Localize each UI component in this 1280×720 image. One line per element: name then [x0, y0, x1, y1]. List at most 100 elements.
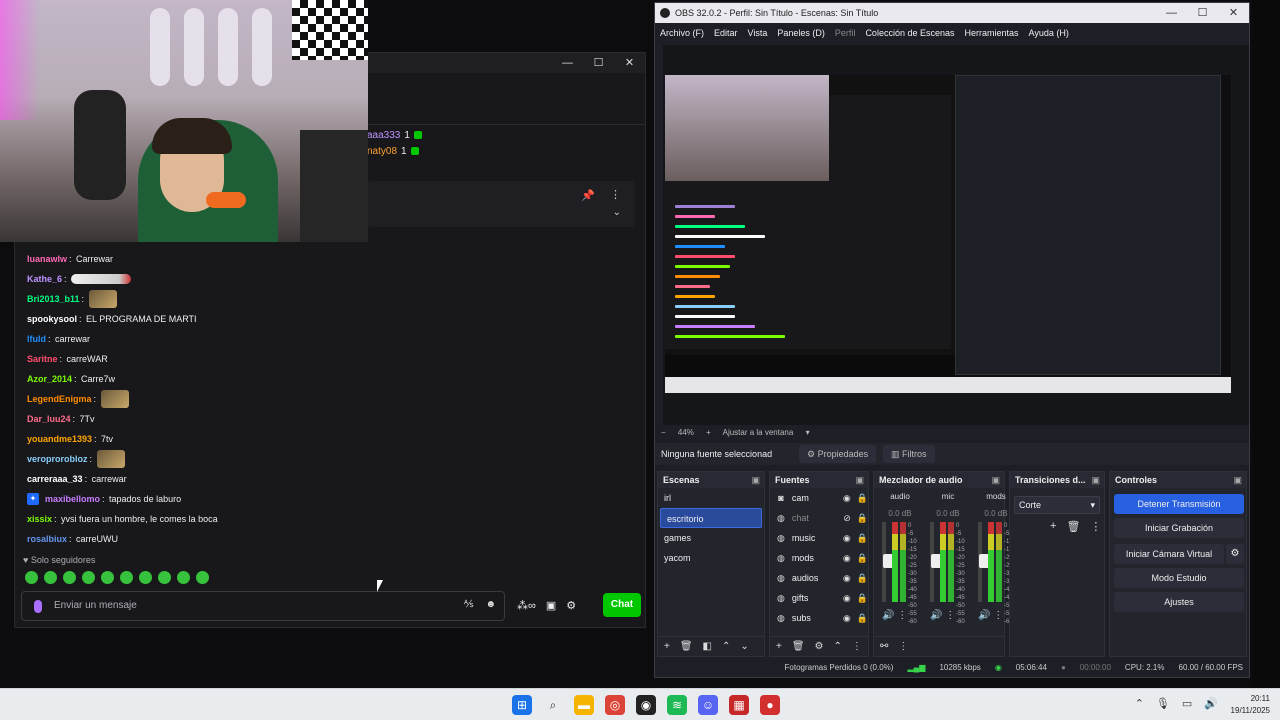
lock-icon[interactable]: 🔒: [857, 588, 868, 608]
undock-icon[interactable]: ▣: [1091, 472, 1100, 488]
source-item[interactable]: ◍ mods ◉ 🔒: [770, 548, 868, 568]
chat-username[interactable]: youandme1393: [27, 429, 92, 449]
emote-icon[interactable]: [158, 571, 171, 584]
volume-fader[interactable]: [930, 522, 941, 602]
search-icon[interactable]: ⌕: [543, 695, 563, 715]
up-icon[interactable]: ⌃: [834, 641, 842, 652]
scene-item[interactable]: yacom: [658, 548, 764, 568]
volume-icon[interactable]: 🔊: [978, 610, 990, 621]
more-icon[interactable]: ⋮: [993, 610, 1003, 621]
gear-icon[interactable]: ⚙: [566, 599, 576, 612]
chat-message-input[interactable]: Enviar un mensaje ⅍ ☻: [21, 591, 505, 621]
eye-icon[interactable]: ◉: [843, 548, 851, 568]
chat-username[interactable]: carreraaa_33: [27, 469, 83, 489]
app-icon[interactable]: ▦: [729, 695, 749, 715]
obs-preview-canvas[interactable]: [665, 75, 1231, 393]
maximize-button[interactable]: ☐: [583, 53, 614, 73]
chat-send-button[interactable]: Chat: [603, 593, 641, 617]
translate-icon[interactable]: ⅍: [464, 599, 473, 610]
chat-username[interactable]: veroprorobloz: [27, 449, 88, 469]
menu-item[interactable]: Herramientas: [965, 23, 1019, 43]
chat-username[interactable]: Bri2013_b11: [27, 289, 80, 309]
link-icon[interactable]: ⚯: [880, 641, 888, 652]
undock-icon[interactable]: ▣: [751, 472, 760, 488]
gift-icon[interactable]: ▣: [546, 599, 556, 612]
trash-icon[interactable]: 🗑: [1066, 520, 1080, 533]
source-item[interactable]: ◍ chat ⊘ 🔒: [770, 508, 868, 528]
eye-icon[interactable]: ◉: [843, 528, 851, 548]
scene-item[interactable]: escritorio: [660, 508, 762, 528]
scene-item[interactable]: irl: [658, 488, 764, 508]
gear-icon[interactable]: ⚙: [815, 641, 824, 652]
chevron-down-icon[interactable]: ▾: [806, 428, 810, 437]
eye-icon[interactable]: ◉: [843, 488, 851, 508]
eye-icon[interactable]: ◉: [843, 608, 851, 628]
source-item[interactable]: ◍ subs ◉ 🔒: [770, 608, 868, 628]
emote-icon[interactable]: [63, 571, 76, 584]
zoom-in-icon[interactable]: +: [706, 428, 711, 437]
volume-icon[interactable]: 🔊: [882, 610, 894, 621]
emote-icon[interactable]: [82, 571, 95, 584]
zoom-out-icon[interactable]: −: [661, 428, 666, 437]
trash-icon[interactable]: 🗑: [680, 641, 693, 652]
transition-select[interactable]: Corte ▾: [1014, 496, 1100, 514]
network-icon[interactable]: ▭: [1182, 697, 1192, 710]
undock-icon[interactable]: ▣: [991, 472, 1000, 488]
emoji-icon[interactable]: ☻: [485, 599, 496, 610]
source-item[interactable]: ◍ gifts ◉ 🔒: [770, 588, 868, 608]
more-icon[interactable]: ⋮: [852, 641, 862, 652]
emote-icon[interactable]: [139, 571, 152, 584]
mic-icon[interactable]: 🎙: [1156, 697, 1170, 710]
menu-item[interactable]: Perfil: [835, 23, 856, 43]
hype-user[interactable]: naty08: [367, 146, 397, 157]
source-item[interactable]: ◍ audios ◉ 🔒: [770, 568, 868, 588]
obs-icon[interactable]: ◉: [636, 695, 656, 715]
menu-item[interactable]: Archivo (F): [660, 23, 704, 43]
emote-icon[interactable]: [101, 571, 114, 584]
undock-icon[interactable]: ▣: [855, 472, 864, 488]
properties-button[interactable]: ⚙ Propiedades: [799, 445, 877, 463]
add-icon[interactable]: +: [664, 641, 670, 652]
chat-username[interactable]: Dar_luu24: [27, 409, 71, 429]
more-icon[interactable]: ⋮: [610, 188, 621, 201]
scene-item[interactable]: games: [658, 528, 764, 548]
chrome-icon[interactable]: ◎: [605, 695, 625, 715]
eye-hidden-icon[interactable]: ⊘: [843, 508, 851, 528]
gear-icon[interactable]: ⚙: [1226, 544, 1244, 564]
lock-icon[interactable]: 🔒: [857, 528, 868, 548]
file-explorer-icon[interactable]: ▬: [574, 695, 594, 715]
filter-icon[interactable]: ◧: [703, 641, 712, 652]
chat-username[interactable]: LegendEnigma: [27, 389, 92, 409]
pinned-message[interactable]: 📌 ⋮ ⌄: [367, 181, 635, 227]
filters-button[interactable]: ▥ Filtros: [883, 445, 935, 463]
menu-item[interactable]: Editar: [714, 23, 738, 43]
discord-icon[interactable]: ☺: [698, 695, 718, 715]
more-icon[interactable]: ⋮: [1090, 520, 1101, 533]
lock-icon[interactable]: 🔒: [857, 608, 868, 628]
trash-icon[interactable]: 🗑: [792, 641, 805, 652]
volume-icon[interactable]: 🔊: [930, 610, 942, 621]
close-button[interactable]: ✕: [614, 53, 645, 73]
chat-username[interactable]: xissix: [27, 509, 52, 529]
clock[interactable]: 20:11 19/11/2025: [1231, 693, 1270, 717]
menu-item[interactable]: Vista: [748, 23, 768, 43]
eye-icon[interactable]: ◉: [843, 588, 851, 608]
down-icon[interactable]: ⌄: [740, 641, 748, 652]
chat-username[interactable]: rosalbiux: [27, 529, 67, 549]
add-icon[interactable]: +: [1050, 520, 1056, 533]
windows-start-icon[interactable]: ⊞: [512, 695, 532, 715]
chat-username[interactable]: maxibellomo: [45, 489, 100, 509]
lock-icon[interactable]: 🔒: [857, 548, 868, 568]
source-item[interactable]: ◙ cam ◉ 🔒: [770, 488, 868, 508]
chat-username[interactable]: luanawlw: [27, 249, 67, 269]
lock-icon[interactable]: 🔒: [857, 508, 868, 528]
studio-mode-button[interactable]: Modo Estudio: [1114, 568, 1244, 588]
chevron-up-icon[interactable]: ⌃: [1135, 697, 1144, 710]
source-item[interactable]: ◍ music ◉ 🔒: [770, 528, 868, 548]
stop-streaming-button[interactable]: Detener Transmisión: [1114, 494, 1244, 514]
record-app-icon[interactable]: ●: [760, 695, 780, 715]
chevron-down-icon[interactable]: ⌄: [613, 207, 621, 218]
emote-icon[interactable]: [25, 571, 38, 584]
mic-icon[interactable]: [34, 600, 42, 613]
minimize-button[interactable]: —: [552, 53, 583, 73]
